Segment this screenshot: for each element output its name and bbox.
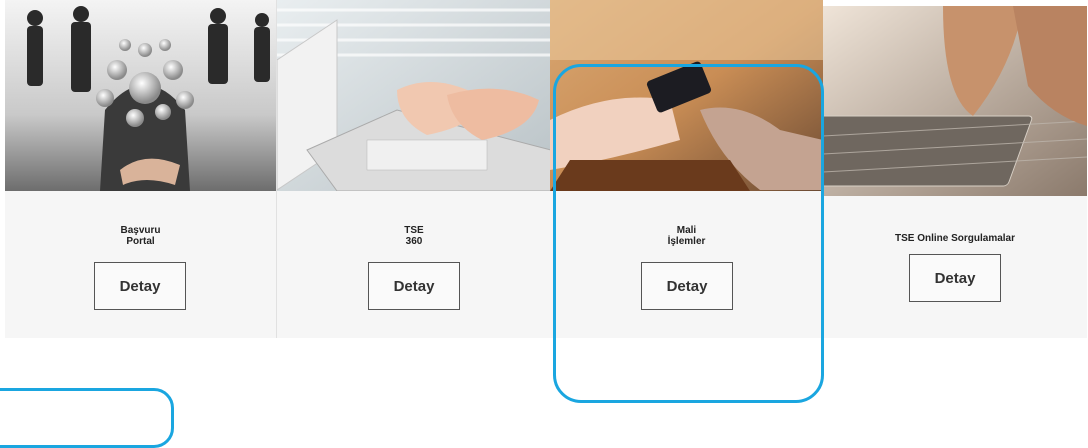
card-title-line1: TSE Online Sorgulamalar [894,233,1016,244]
card-title: TSE 360 [277,225,551,247]
card-mali-islemler: Mali İşlemler Detay [550,0,823,338]
business-network-photo [5,0,276,191]
service-cards: Başvuru Portal Detay TSE 360 Detay Mali … [5,0,1087,338]
detay-button[interactable]: Detay [368,262,460,310]
card-title: TSE Online Sorgulamalar [823,233,1087,244]
laptop-typing-photo [277,0,551,191]
card-title-line1: Mali [676,225,697,236]
card-title: Mali İşlemler [550,225,823,247]
card-payment-photo [550,0,823,191]
detay-button[interactable]: Detay [641,262,733,310]
card-title-line2: 360 [405,236,423,247]
card-tse-360: TSE 360 Detay [276,0,551,338]
card-title: Başvuru Portal [5,225,276,247]
card-title-line2: İşlemler [667,236,706,247]
card-title-line1: TSE [404,225,424,236]
card-title-line2: Portal [126,236,155,247]
card-tse-online-sorgulamalar: TSE Online Sorgulamalar Detay [823,6,1087,338]
detay-button[interactable]: Detay [94,262,186,310]
detay-button[interactable]: Detay [909,254,1001,302]
card-basvuru-portal: Başvuru Portal Detay [5,0,276,338]
highlight-outline-partial [0,388,174,448]
card-title-line1: Başvuru [120,225,161,236]
keyboard-typing-photo [823,6,1087,196]
